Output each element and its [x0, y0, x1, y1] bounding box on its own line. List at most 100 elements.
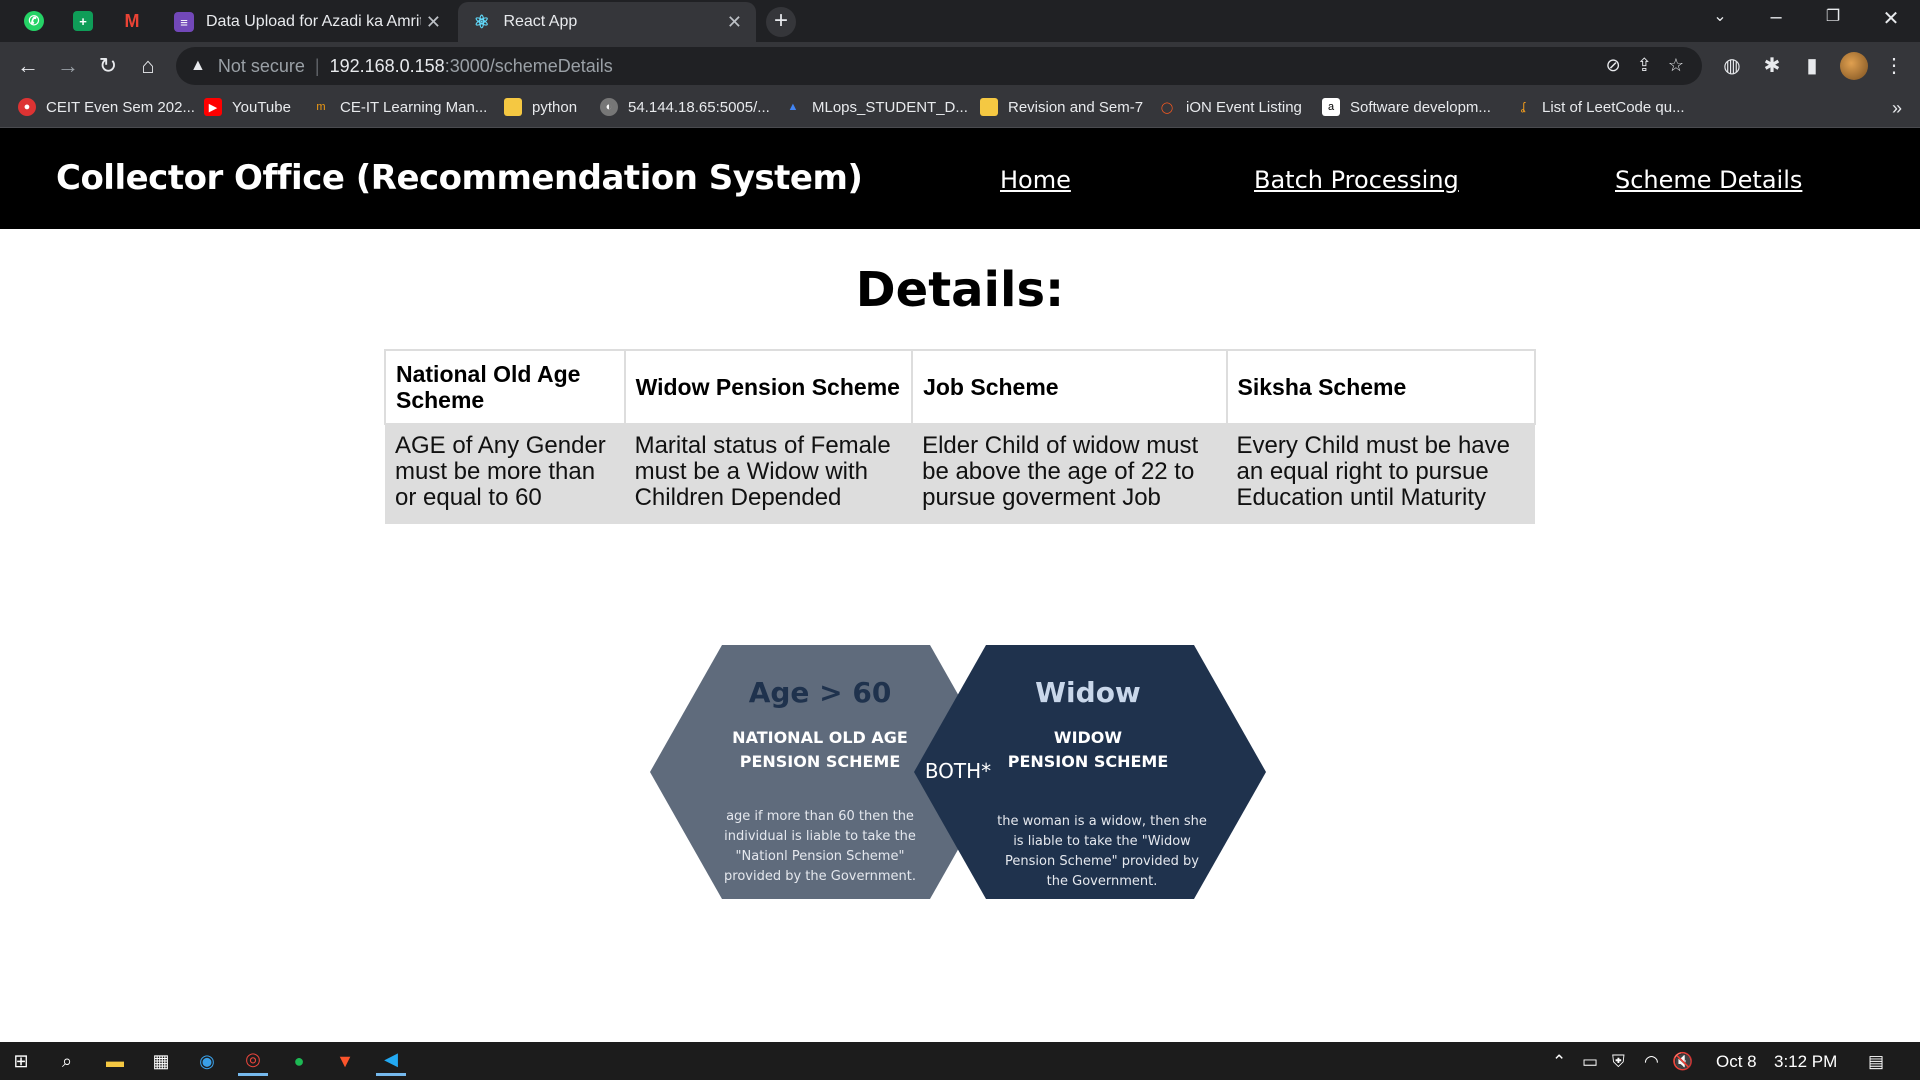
bookmark-item[interactable]: python	[504, 98, 577, 116]
bookmark-label: Revision and Sem-7	[1008, 98, 1144, 116]
tray-chevron-icon[interactable]: ⌃	[1552, 1052, 1566, 1072]
widow-label-line2: PENSION SCHEME	[1008, 752, 1169, 771]
tab-data-upload[interactable]: ≡ Data Upload for Azadi ka Amrit M ✕	[160, 2, 455, 42]
widow-title: Widow	[1035, 676, 1141, 709]
both-label: BOTH*	[925, 759, 991, 783]
old-age-label-line1: NATIONAL OLD AGE	[732, 728, 908, 747]
column-header: National Old Age Scheme	[384, 349, 626, 425]
volume-muted-icon[interactable]: 🔇	[1672, 1052, 1693, 1072]
battery-icon[interactable]: ▭	[1582, 1052, 1598, 1072]
edge-icon[interactable]: ◉	[192, 1046, 222, 1076]
amazon-icon: a	[1322, 98, 1340, 116]
security-label: Not secure	[217, 55, 305, 76]
minimize-icon[interactable]: –	[1756, 6, 1796, 29]
close-window-icon[interactable]: ✕	[1871, 6, 1911, 31]
old-age-title: Age > 60	[749, 676, 892, 709]
notifications-icon[interactable]: ▤	[1868, 1052, 1884, 1072]
table-cell: Marital status of Female must be a Widow…	[624, 424, 913, 524]
column-header: Job Scheme	[911, 349, 1228, 425]
extension-icon[interactable]: ◍	[1718, 53, 1746, 78]
eye-off-icon[interactable]: ⊘	[1606, 55, 1621, 76]
bookmark-item[interactable]: ▶ YouTube	[204, 98, 291, 116]
ion-icon: ◯	[1160, 101, 1174, 114]
share-icon[interactable]: ⇪	[1637, 55, 1652, 76]
page-title: Details:	[855, 262, 1065, 318]
bookmark-item[interactable]: ▲ MLops_STUDENT_D...	[784, 98, 968, 116]
search-icon[interactable]: ⌕	[52, 1046, 82, 1076]
bookmark-item[interactable]: m CE-IT Learning Man...	[312, 98, 487, 116]
bookmark-item[interactable]: ʆ List of LeetCode qu...	[1514, 98, 1685, 116]
folder-icon	[980, 98, 998, 116]
file-explorer-icon[interactable]: ▬	[100, 1046, 130, 1076]
new-tab-button[interactable]: +	[766, 7, 796, 37]
tab-title: Data Upload for Azadi ka Amrit M	[206, 13, 421, 30]
close-icon[interactable]: ✕	[727, 12, 742, 33]
windows-start-icon[interactable]: ⊞	[6, 1046, 36, 1076]
store-icon[interactable]: ▦	[146, 1046, 176, 1076]
tab-react-app[interactable]: ⚛ React App ✕	[458, 2, 756, 42]
security-shield-icon[interactable]: ⛨	[1612, 1052, 1625, 1072]
forms-icon: ≡	[174, 12, 194, 32]
nav-link-home[interactable]: Home	[1000, 166, 1071, 194]
taskbar-date[interactable]: Oct 8	[1716, 1052, 1757, 1072]
globe-icon: ◐	[600, 98, 618, 116]
bookmark-item[interactable]: ◯ iON Event Listing	[1158, 98, 1302, 116]
pinned-tab-gmail[interactable]: M	[110, 4, 154, 38]
taskbar-time[interactable]: 3:12 PM	[1774, 1052, 1837, 1072]
restore-icon[interactable]: ❐	[1813, 6, 1853, 26]
forward-icon[interactable]: →	[54, 52, 82, 80]
bookmark-star-icon[interactable]: ☆	[1668, 55, 1684, 76]
back-icon[interactable]: ←	[14, 52, 42, 80]
omnibox-actions: ⊘ ⇪ ☆	[1606, 55, 1684, 76]
widow-desc: the woman is a widow, then she	[997, 814, 1207, 829]
home-icon[interactable]: ⌂	[134, 52, 162, 80]
bookmark-item[interactable]: ◐ 54.144.18.65:5005/...	[600, 98, 770, 116]
table-row: AGE of Any Gender must be more than or e…	[385, 424, 1535, 524]
pinned-tab-sheets[interactable]: +	[61, 4, 105, 38]
puzzle-icon[interactable]: ✱	[1758, 53, 1786, 78]
nav-link-scheme-details[interactable]: Scheme Details	[1615, 166, 1802, 194]
app-navbar: Collector Office (Recommendation System)…	[0, 128, 1920, 229]
table-cell: AGE of Any Gender must be more than or e…	[385, 424, 625, 524]
old-age-desc: "Nationl Pension Scheme"	[736, 849, 905, 864]
menu-dots-icon[interactable]: ⋮	[1880, 53, 1908, 78]
bookmark-label: iON Event Listing	[1186, 98, 1302, 116]
table-cell: Every Child must be have an equal right …	[1226, 424, 1535, 524]
bookmark-label: python	[532, 98, 578, 116]
bookmark-label: Software developm...	[1350, 98, 1491, 116]
vscode-icon[interactable]: ◀	[376, 1046, 406, 1076]
profile-avatar[interactable]	[1840, 52, 1868, 80]
chrome-icon[interactable]: ◎	[238, 1046, 268, 1076]
nav-link-batch-processing[interactable]: Batch Processing	[1254, 166, 1459, 194]
sidebar-icon[interactable]: ▮	[1798, 53, 1826, 78]
widow-desc: the Government.	[1047, 874, 1158, 889]
whatsapp-icon: ✆	[24, 11, 44, 31]
old-age-desc: age if more than 60 then the	[726, 809, 914, 824]
react-icon: ⚛	[473, 11, 490, 32]
close-icon[interactable]: ✕	[426, 12, 441, 33]
widow-desc: Pension Scheme" provided by	[1005, 854, 1199, 869]
folder-icon	[504, 98, 522, 116]
reload-icon[interactable]: ↻	[94, 52, 122, 80]
table-cell: Elder Child of widow must be above the a…	[912, 424, 1227, 524]
moodle-icon: m	[316, 101, 326, 113]
brave-icon[interactable]: ▼	[330, 1046, 360, 1076]
bookmark-label: YouTube	[232, 98, 291, 116]
bookmark-item[interactable]: ● CEIT Even Sem 202...	[18, 98, 195, 116]
bookmark-label: List of LeetCode qu...	[1542, 98, 1685, 116]
bookmark-item[interactable]: a Software developm...	[1322, 98, 1491, 116]
leetcode-icon: ʆ	[1521, 101, 1525, 113]
bookmark-label: CE-IT Learning Man...	[340, 98, 488, 116]
bookmarks-overflow-icon[interactable]: »	[1892, 98, 1902, 119]
address-bar[interactable]: ▲ Not secure | 192.168.0.158 :3000/schem…	[176, 47, 1702, 85]
windows-taskbar: ⊞ ⌕ ▬ ▦ ◉ ◎ ● ▼ ◀ ⌃ ▭ ⛨ ◠ 🔇 Oct 8 3:12 P…	[0, 1042, 1920, 1080]
spotify-icon[interactable]: ●	[284, 1046, 314, 1076]
bookmark-item[interactable]: Revision and Sem-7	[980, 98, 1143, 116]
pinned-tab-whatsapp[interactable]: ✆	[12, 4, 56, 38]
drive-icon: ▲	[787, 101, 799, 113]
wifi-icon[interactable]: ◠	[1644, 1052, 1659, 1072]
tab-search-icon[interactable]: ⌄	[1700, 6, 1740, 26]
old-age-label-line2: PENSION SCHEME	[740, 752, 901, 771]
warning-icon: ▲	[190, 57, 206, 74]
old-age-desc: individual is liable to take the	[724, 829, 916, 844]
